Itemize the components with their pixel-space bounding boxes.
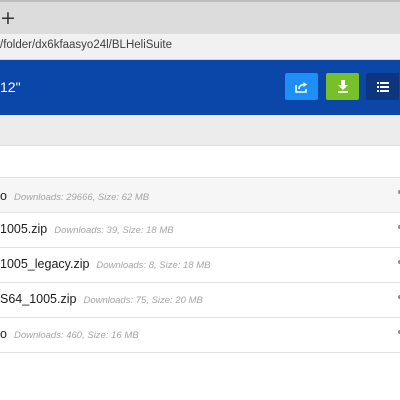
file-row[interactable]: S64_1005.zip Downloads: 75, Size: 20 MB bbox=[0, 282, 400, 317]
folder-title: 12" bbox=[0, 79, 21, 95]
file-name-wrap: 1005.zip Downloads: 39, Size: 18 MB bbox=[0, 222, 174, 236]
file-name[interactable]: 1005.zip bbox=[0, 222, 47, 236]
file-meta: Downloads: 75, Size: 20 MB bbox=[83, 295, 203, 306]
file-list: o Downloads: 29666, Size: 62 MB 1005.zip D… bbox=[0, 177, 400, 353]
share-button[interactable] bbox=[285, 73, 318, 100]
browser-tab-strip: + bbox=[0, 0, 400, 36]
file-meta: Downloads: 8, Size: 18 MB bbox=[96, 260, 211, 271]
address-url[interactable]: /folder/dx6kfaasyo24l/BLHeliSuite bbox=[0, 39, 172, 51]
file-name[interactable]: S64_1005.zip bbox=[0, 292, 76, 306]
file-row[interactable]: 1005.zip Downloads: 39, Size: 18 MB bbox=[0, 212, 400, 247]
file-meta: Downloads: 460, Size: 16 MB bbox=[13, 330, 139, 341]
file-row[interactable]: 1005_legacy.zip Downloads: 8, Size: 18 MB bbox=[0, 247, 400, 282]
download-icon bbox=[337, 80, 348, 93]
download-button[interactable] bbox=[326, 73, 359, 100]
folder-toolbar bbox=[0, 115, 400, 146]
list-view-button[interactable] bbox=[366, 73, 399, 100]
file-meta: Downloads: 29666, Size: 62 MB bbox=[13, 192, 150, 203]
file-name[interactable]: o bbox=[0, 189, 7, 203]
file-row[interactable]: o Downloads: 29666, Size: 62 MB bbox=[0, 177, 400, 212]
file-name-wrap: S64_1005.zip Downloads: 75, Size: 20 MB bbox=[0, 292, 203, 306]
new-tab-button[interactable]: + bbox=[0, 8, 16, 28]
file-row[interactable]: o Downloads: 460, Size: 16 MB bbox=[0, 317, 400, 352]
list-view-icon bbox=[376, 81, 389, 92]
file-meta: Downloads: 39, Size: 18 MB bbox=[54, 225, 174, 236]
list-divider bbox=[0, 352, 400, 353]
address-bar[interactable]: /folder/dx6kfaasyo24l/BLHeliSuite bbox=[0, 34, 400, 60]
share-icon bbox=[294, 81, 307, 93]
file-name-wrap: o Downloads: 29666, Size: 62 MB bbox=[0, 189, 149, 203]
file-name-wrap: 1005_legacy.zip Downloads: 8, Size: 18 MB bbox=[0, 257, 210, 271]
file-name-wrap: o Downloads: 460, Size: 16 MB bbox=[0, 327, 139, 341]
file-name[interactable]: 1005_legacy.zip bbox=[0, 257, 89, 271]
file-name[interactable]: o bbox=[0, 327, 7, 341]
